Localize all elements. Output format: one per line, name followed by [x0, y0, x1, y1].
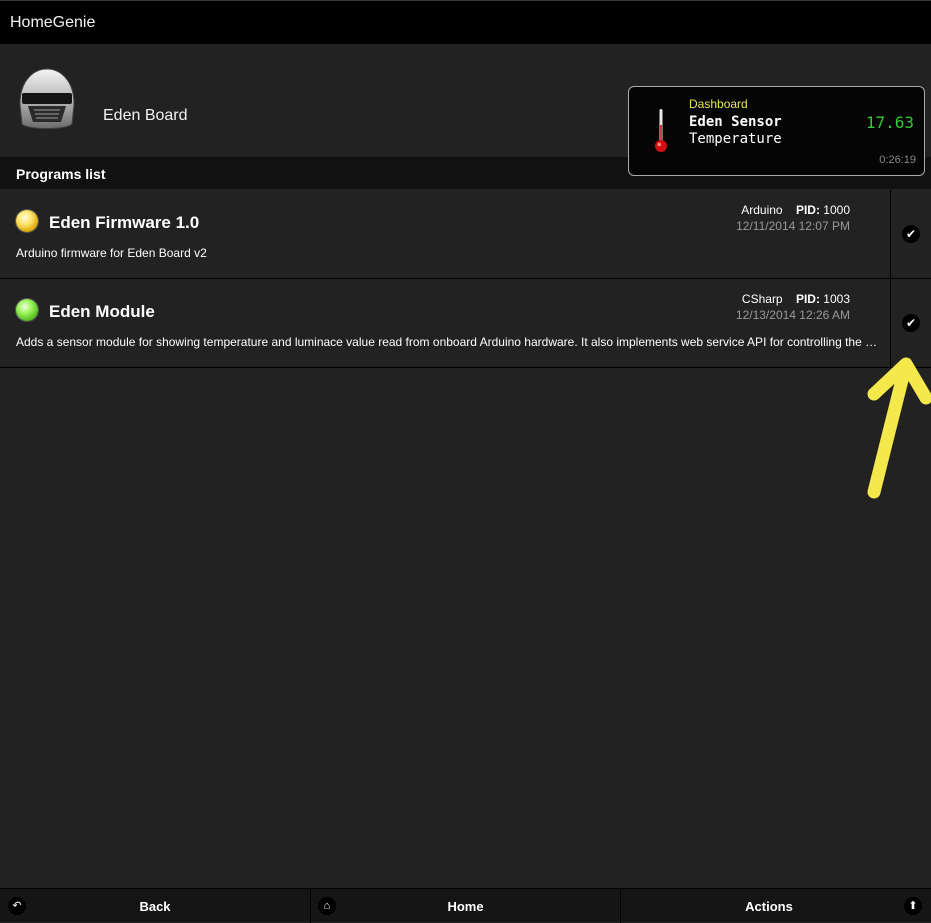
program-description: Arduino firmware for Eden Board v2 — [16, 246, 207, 260]
actions-button-label: Actions — [745, 899, 793, 914]
program-row[interactable]: Eden Firmware 1.0 Arduino PID: 1000 12/1… — [0, 190, 931, 279]
thermometer-icon — [655, 109, 667, 152]
program-pid-label: PID: — [795, 292, 820, 306]
robot-helmet-icon — [19, 68, 75, 129]
program-status-led — [16, 210, 38, 232]
check-icon: ✔ — [902, 314, 920, 332]
notification-time: 0:26:19 — [879, 154, 916, 166]
home-button-label: Home — [447, 899, 484, 914]
program-language: CSharp — [741, 292, 783, 306]
program-language: Arduino — [741, 203, 783, 217]
notification-source: Dashboard — [689, 97, 748, 111]
annotation-arrow — [867, 357, 931, 499]
module-name: Eden Board — [103, 107, 188, 124]
notification-module-name: Eden Sensor — [689, 114, 782, 130]
footer-bar: ↶ Back ⌂ Home Actions ⬆ — [0, 888, 931, 923]
program-pid: 1000 — [823, 203, 850, 217]
program-toggle-button[interactable]: ✔ — [890, 190, 931, 278]
app-title: HomeGenie — [10, 14, 96, 31]
program-name: Eden Module — [49, 302, 155, 321]
arrow-up-icon: ⬆ — [904, 897, 922, 915]
actions-button[interactable]: Actions ⬆ — [621, 889, 931, 923]
notification-popup[interactable]: Dashboard Eden Sensor Temperature 17.63 … — [628, 86, 925, 176]
programs-list-title: Programs list — [16, 166, 106, 182]
program-name: Eden Firmware 1.0 — [49, 213, 200, 232]
notification-value: 17.63 — [865, 113, 914, 132]
program-description: Adds a sensor module for showing tempera… — [16, 335, 878, 349]
back-button[interactable]: ↶ Back — [0, 889, 311, 923]
top-bar: HomeGenie — [0, 0, 931, 44]
program-row[interactable]: Eden Module CSharp PID: 1003 12/13/2014 … — [0, 279, 931, 368]
program-row-main[interactable]: Eden Firmware 1.0 Arduino PID: 1000 12/1… — [0, 190, 890, 278]
check-icon: ✔ — [902, 225, 920, 243]
program-date: 12/11/2014 12:07 PM — [736, 219, 850, 233]
program-status-led — [16, 299, 38, 321]
program-pid: 1003 — [823, 292, 850, 306]
notification-property: Temperature — [689, 131, 782, 147]
program-pid-label: PID: — [795, 203, 820, 217]
program-date: 12/13/2014 12:26 AM — [735, 308, 850, 322]
program-row-main[interactable]: Eden Module CSharp PID: 1003 12/13/2014 … — [0, 279, 890, 367]
home-button[interactable]: ⌂ Home — [311, 889, 621, 923]
program-meta: Arduino PID: 1000 12/11/2014 12:07 PM — [736, 203, 850, 233]
back-button-label: Back — [139, 899, 171, 914]
program-meta: CSharp PID: 1003 12/13/2014 12:26 AM — [736, 292, 850, 322]
